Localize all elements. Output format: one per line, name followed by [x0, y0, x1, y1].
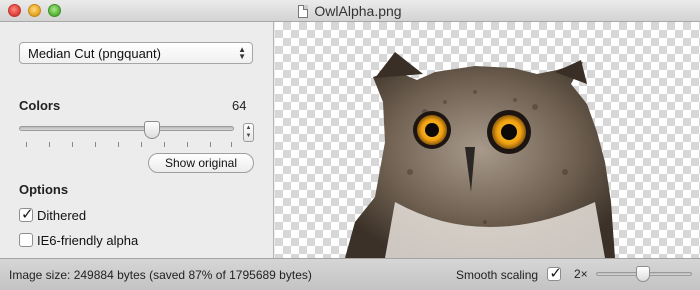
slider-tick	[26, 142, 27, 147]
zoom-slider-knob[interactable]	[636, 266, 650, 282]
colors-slider-track[interactable]	[19, 126, 234, 131]
show-original-button[interactable]: Show original	[148, 153, 254, 173]
slider-tick	[231, 142, 232, 147]
colors-label: Colors	[19, 98, 61, 113]
slider-tick	[164, 142, 165, 147]
algorithm-select[interactable]: Median Cut (pngquant) ▲ ▼	[19, 42, 253, 64]
title-bar: OwlAlpha.png	[0, 0, 700, 22]
window-title-text: OwlAlpha.png	[314, 3, 402, 19]
dithered-label: Dithered	[37, 208, 87, 223]
slider-tick	[95, 142, 96, 147]
document-icon	[298, 5, 309, 18]
settings-sidebar: Median Cut (pngquant) ▲ ▼ Colors 64 ▲ ▼ Sh…	[0, 22, 274, 258]
stepper-icon: ▲ ▼	[245, 125, 252, 139]
algorithm-select-value: Median Cut (pngquant)	[28, 46, 161, 61]
smooth-scaling-checkbox[interactable]	[547, 264, 562, 282]
options-label: Options	[19, 182, 69, 197]
image-size-text: Image size: 249884 bytes (saved 87% of 1…	[9, 268, 312, 282]
slider-tick	[118, 142, 119, 147]
smooth-scaling-label: Smooth scaling	[456, 268, 539, 282]
window-title: OwlAlpha.png	[0, 3, 700, 19]
smooth-scaling-option[interactable]: Smooth scaling	[456, 264, 565, 282]
ie6-alpha-label: IE6-friendly alpha	[37, 233, 139, 248]
owl-image	[345, 52, 615, 258]
zoom-label: 2×	[574, 267, 588, 281]
colors-stepper[interactable]: ▲ ▼	[243, 123, 254, 142]
popup-arrows-icon: ▲ ▼	[238, 45, 246, 61]
colors-value: 64	[232, 98, 247, 113]
ie6-alpha-option[interactable]: IE6-friendly alpha	[19, 233, 138, 248]
colors-slider-knob[interactable]	[144, 121, 160, 139]
app-window: OwlAlpha.png Median Cut (pngquant) ▲ ▼ Co…	[0, 0, 700, 290]
slider-tick	[187, 142, 188, 147]
ie6-alpha-checkbox[interactable]	[19, 233, 33, 247]
slider-tick	[210, 142, 211, 147]
status-bar: Image size: 249884 bytes (saved 87% of 1…	[0, 258, 700, 290]
slider-tick	[72, 142, 73, 147]
dithered-checkbox[interactable]	[19, 205, 34, 223]
slider-tick	[49, 142, 50, 147]
dithered-option[interactable]: Dithered	[19, 205, 87, 223]
slider-tick	[141, 142, 142, 147]
image-preview[interactable]	[275, 22, 700, 258]
